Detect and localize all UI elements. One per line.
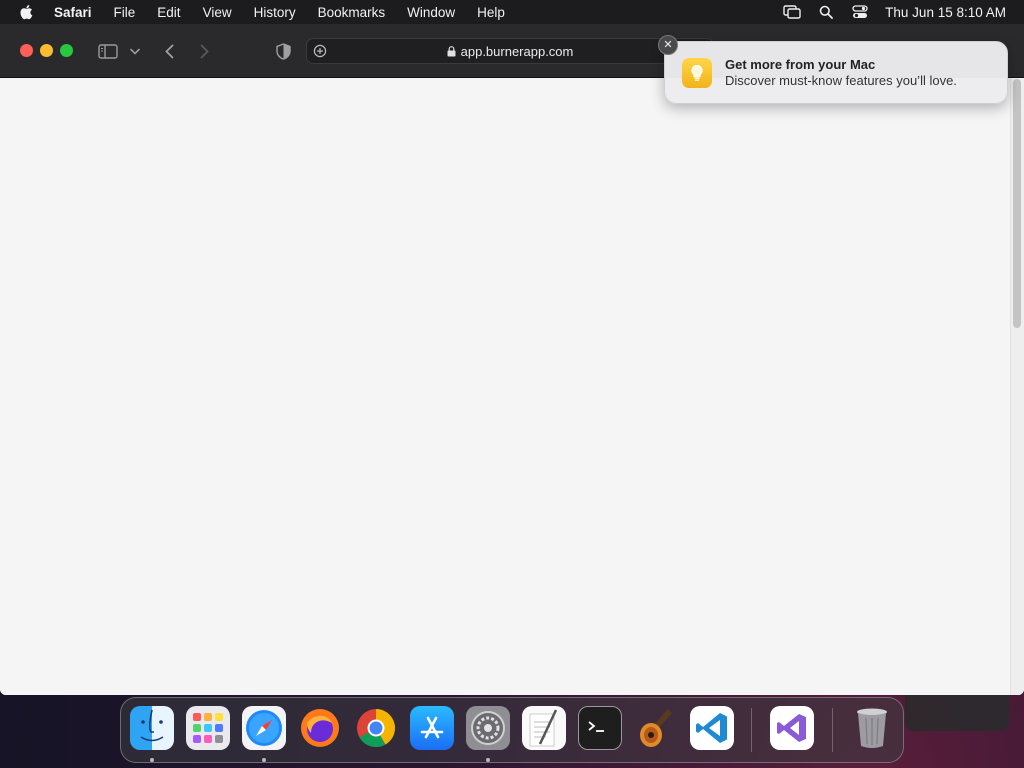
menu-view[interactable]: View bbox=[192, 0, 243, 24]
background-window-edge bbox=[905, 695, 1009, 731]
notification-body: Discover must-know features you’ll love. bbox=[725, 72, 957, 88]
dock-system-settings-running-indicator bbox=[486, 758, 490, 762]
forward-button-chevron-right-icon[interactable] bbox=[195, 40, 213, 62]
scrollbar-thumb[interactable] bbox=[1013, 79, 1021, 328]
menu-window[interactable]: Window bbox=[396, 0, 466, 24]
window-minimize-button[interactable] bbox=[40, 44, 53, 57]
dock bbox=[120, 697, 904, 763]
dock-safari-running-indicator bbox=[262, 758, 266, 762]
menu-app-name[interactable]: Safari bbox=[52, 0, 103, 24]
dock-separator-trash bbox=[832, 708, 833, 752]
menu-file[interactable]: File bbox=[103, 0, 147, 24]
notification-banner[interactable]: Get more from your Mac Discover must-kno… bbox=[664, 41, 1008, 104]
privacy-shield-icon[interactable] bbox=[273, 41, 293, 61]
spotlight-search-icon[interactable] bbox=[809, 0, 843, 24]
dock-finder-running-indicator bbox=[150, 758, 154, 762]
web-page-content[interactable] bbox=[0, 79, 1024, 695]
tab-group-chevron-down-icon[interactable] bbox=[128, 43, 142, 59]
dock-launchpad-icon[interactable] bbox=[186, 706, 230, 750]
menu-bar: Safari File Edit View History Bookmarks … bbox=[0, 0, 1024, 24]
apple-menu-icon[interactable] bbox=[0, 4, 52, 20]
tips-lightbulb-icon bbox=[682, 57, 712, 88]
dock-safari-icon[interactable] bbox=[242, 706, 286, 750]
dock-system-settings-icon[interactable] bbox=[466, 706, 510, 750]
menu-bookmarks[interactable]: Bookmarks bbox=[307, 0, 397, 24]
dock-app-store-icon[interactable] bbox=[410, 706, 454, 750]
dock-visual-studio-icon[interactable] bbox=[770, 706, 814, 750]
window-close-button[interactable] bbox=[20, 44, 33, 57]
dock-finder-icon[interactable] bbox=[130, 706, 174, 750]
lock-icon bbox=[447, 45, 456, 57]
notification-title: Get more from your Mac bbox=[725, 56, 876, 72]
menu-history[interactable]: History bbox=[243, 0, 307, 24]
page-settings-icon[interactable] bbox=[312, 43, 328, 62]
menu-help[interactable]: Help bbox=[466, 0, 516, 24]
screen-mirroring-icon[interactable] bbox=[775, 0, 809, 24]
dock-trash-icon[interactable] bbox=[850, 706, 894, 750]
address-bar-url: app.burnerapp.com bbox=[460, 43, 574, 59]
menu-edit[interactable]: Edit bbox=[146, 0, 191, 24]
dock-terminal-icon[interactable] bbox=[578, 706, 622, 750]
notification-text: Get more from your Mac Discover must-kno… bbox=[725, 57, 957, 89]
menu-bar-clock[interactable]: Thu Jun 15 8:10 AM bbox=[877, 5, 1024, 20]
dock-chrome-icon[interactable] bbox=[354, 706, 398, 750]
dock-separator bbox=[751, 708, 752, 752]
back-button-chevron-left-icon[interactable] bbox=[160, 40, 178, 62]
window-maximize-button[interactable] bbox=[60, 44, 73, 57]
dock-vscode-icon[interactable] bbox=[690, 706, 734, 750]
sidebar-toggle-icon[interactable] bbox=[96, 41, 120, 61]
safari-window: app.burnerapp.com bbox=[0, 24, 1024, 695]
control-center-icon[interactable] bbox=[843, 0, 877, 24]
dock-firefox-icon[interactable] bbox=[298, 706, 342, 750]
dock-garageband-icon[interactable] bbox=[634, 706, 678, 750]
notification-close-icon[interactable]: ✕ bbox=[658, 35, 678, 55]
address-bar[interactable]: app.burnerapp.com bbox=[306, 38, 714, 64]
dock-textedit-icon[interactable] bbox=[522, 706, 566, 750]
